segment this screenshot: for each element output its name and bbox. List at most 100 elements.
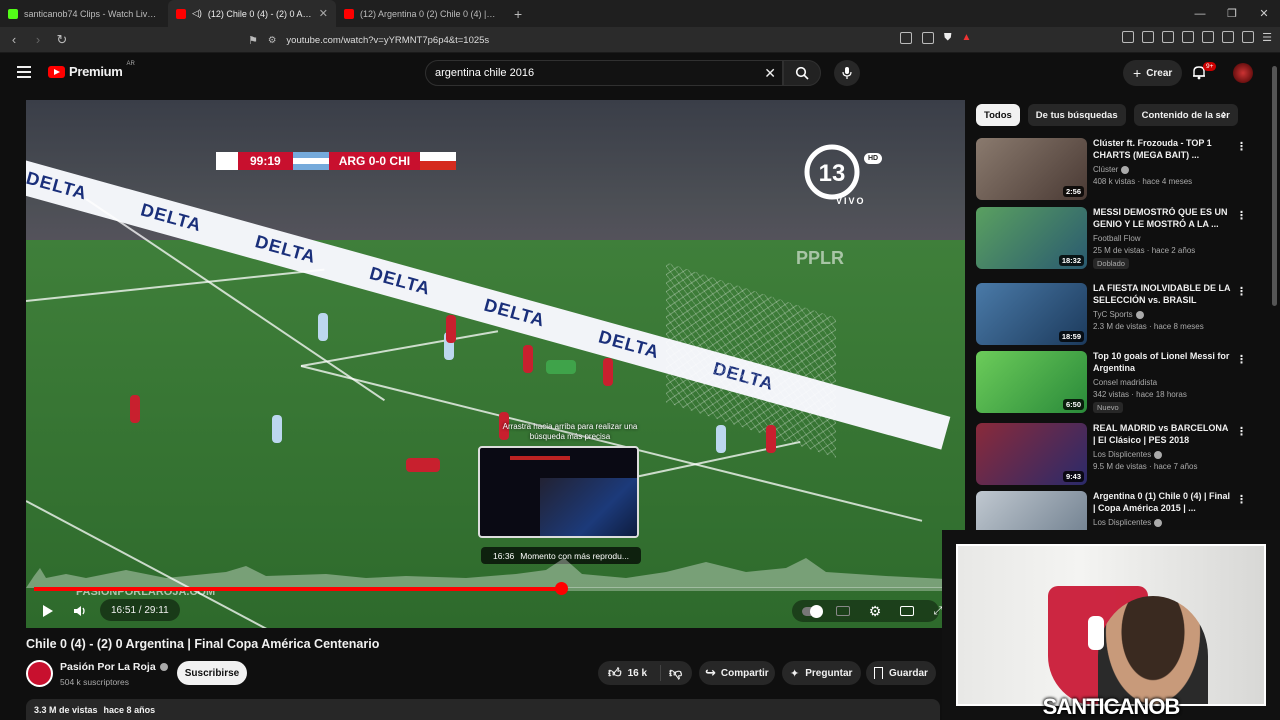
- recommendation-channel[interactable]: Los Displicentes: [1093, 518, 1163, 527]
- browser-tab[interactable]: santicanob74 Clips - Watch Live on K: [0, 0, 168, 27]
- channel-avatar[interactable]: [26, 660, 53, 687]
- recommendation-meta: 408 k vistas · hace 4 meses: [1093, 177, 1193, 186]
- scrollbar[interactable]: [1272, 66, 1277, 306]
- more-options-icon[interactable]: ⋮: [1236, 353, 1247, 366]
- recommendation-title[interactable]: Top 10 goals of Lionel Messi for Argenti…: [1093, 351, 1233, 374]
- back-icon[interactable]: ‹: [4, 32, 24, 47]
- more-options-icon[interactable]: ⋮: [1236, 285, 1247, 298]
- recommendation-title[interactable]: MESSI DEMOSTRÓ QUE ES UN GENIO Y LE MOST…: [1093, 207, 1233, 230]
- match-clock: 99:19: [238, 152, 293, 170]
- browser-tab-active[interactable]: ◁) (12) Chile 0 (4) - (2) 0 Argentina ✕: [168, 0, 336, 27]
- share-icon[interactable]: [922, 32, 934, 44]
- search-icon: [795, 66, 809, 80]
- subscribe-button[interactable]: Suscribirse: [177, 661, 247, 685]
- url-field[interactable]: ⚑ ⚙ youtube.com/watch?v=yYRMNT7p6p4&t=10…: [248, 31, 990, 49]
- user-avatar[interactable]: [1233, 63, 1253, 83]
- hamburger-menu-icon[interactable]: [17, 66, 31, 78]
- video-player[interactable]: DELTA DELTA DELTA DELTA DELTA DELTA DELT…: [26, 100, 965, 628]
- media-icon[interactable]: [1162, 31, 1175, 43]
- recommendation-channel[interactable]: Clúster: [1093, 165, 1130, 174]
- progress-scrubber[interactable]: [554, 582, 568, 595]
- wallet-icon[interactable]: [1202, 31, 1215, 43]
- create-button[interactable]: + Crear: [1123, 60, 1183, 86]
- like-button[interactable]: 👍︎ 16 k: [598, 665, 661, 681]
- voice-search-button[interactable]: [834, 60, 860, 86]
- reload-icon[interactable]: ↻: [52, 32, 72, 48]
- recommendation-item[interactable]: 2:56 Clúster ft. Frozouda - TOP 1 CHARTS…: [976, 138, 1266, 204]
- screenshot-icon[interactable]: [1142, 31, 1155, 43]
- player-figure: [446, 315, 456, 343]
- video-thumbnail[interactable]: 6:50: [976, 351, 1087, 413]
- more-options-icon[interactable]: ⋮: [1236, 425, 1247, 438]
- channel-name-row[interactable]: Pasión Por La Roja: [60, 661, 168, 673]
- progress-bar[interactable]: [34, 582, 945, 595]
- recommendation-title[interactable]: LA FIESTA INOLVIDABLE DE LA SELECCIÓN vs…: [1093, 283, 1233, 306]
- bookmark-save-icon: [874, 667, 883, 679]
- chevron-right-icon[interactable]: ›: [1222, 106, 1226, 121]
- webcam-feed: [956, 544, 1266, 706]
- save-button[interactable]: Guardar: [866, 661, 936, 685]
- search-button[interactable]: [783, 60, 821, 86]
- more-options-icon[interactable]: ⋮: [1236, 140, 1247, 153]
- share-button[interactable]: ↪ Compartir: [699, 661, 775, 685]
- close-window-icon[interactable]: ✕: [1248, 7, 1280, 20]
- recommendation-title[interactable]: Argentina 0 (1) Chile 0 (4) | Final | Co…: [1093, 491, 1233, 514]
- window-controls: — ❐ ✕: [1184, 0, 1280, 27]
- player-figure: [523, 345, 533, 373]
- more-options-icon[interactable]: ⋮: [1236, 209, 1247, 222]
- channel-name[interactable]: Pasión Por La Roja: [60, 661, 156, 673]
- extensions-icon[interactable]: [1122, 31, 1135, 43]
- recommendation-channel[interactable]: Los Displicentes: [1093, 450, 1163, 459]
- recommendation-channel[interactable]: Consel madridista: [1093, 378, 1157, 387]
- description-box[interactable]: 3.3 M de vistas hace 8 años: [26, 699, 940, 720]
- browser-tab[interactable]: (12) Argentina 0 (2) Chile 0 (4) | Final: [336, 0, 504, 27]
- site-info-icon[interactable]: ⚙: [268, 35, 277, 46]
- recommendation-title[interactable]: Clúster ft. Frozouda - TOP 1 CHARTS (MEG…: [1093, 138, 1233, 161]
- recommendation-item[interactable]: 9:43 REAL MADRID vs BARCELONA | El Clási…: [976, 423, 1266, 489]
- recommendation-title[interactable]: REAL MADRID vs BARCELONA | El Clásico | …: [1093, 423, 1233, 446]
- settings-button[interactable]: ⚙: [865, 596, 885, 626]
- recommendation-channel[interactable]: Football Flow: [1093, 234, 1141, 243]
- ask-button[interactable]: ✦ Preguntar: [782, 661, 861, 685]
- leo-icon[interactable]: [1222, 31, 1235, 43]
- youtube-header: Premium AR ✕ + Crear 9+: [0, 53, 1280, 93]
- miniplayer-icon: [900, 606, 914, 616]
- dislike-button[interactable]: 👎︎: [661, 665, 682, 681]
- bookmark-icon[interactable]: ⚑: [248, 34, 258, 47]
- chip-from-searches[interactable]: De tus búsquedas: [1027, 104, 1126, 126]
- minimize-icon[interactable]: —: [1184, 8, 1216, 20]
- chip-all[interactable]: Todos: [976, 104, 1020, 126]
- share-arrow-icon: ↪: [705, 665, 716, 680]
- subtitles-button[interactable]: [833, 596, 853, 626]
- gear-icon: ⚙: [868, 602, 882, 619]
- video-thumbnail[interactable]: 2:56: [976, 138, 1087, 200]
- vpn-icon[interactable]: [1242, 31, 1255, 43]
- new-tab-icon[interactable]: +: [504, 6, 532, 22]
- autoplay-toggle[interactable]: [801, 596, 823, 626]
- more-options-icon[interactable]: ⋮: [1236, 493, 1247, 506]
- video-thumbnail[interactable]: 9:43: [976, 423, 1087, 485]
- search-input[interactable]: [426, 61, 746, 85]
- recommendation-channel[interactable]: TyC Sports: [1093, 310, 1144, 319]
- speaker-icon: ◁): [192, 8, 202, 18]
- most-replayed-heatmap: [26, 558, 965, 588]
- recommendation-item[interactable]: 18:59 LA FIESTA INOLVIDABLE DE LA SELECC…: [976, 283, 1266, 349]
- close-tab-icon[interactable]: ✕: [319, 7, 328, 20]
- video-thumbnail[interactable]: 18:59: [976, 283, 1087, 345]
- maximize-icon[interactable]: ❐: [1216, 7, 1248, 20]
- sidebar-icon[interactable]: [1182, 31, 1195, 43]
- mute-button[interactable]: [70, 596, 90, 626]
- cast-icon[interactable]: [900, 32, 912, 44]
- brave-shield-icon[interactable]: ⛊: [944, 32, 952, 44]
- progress-played: [34, 587, 561, 591]
- clear-search-icon[interactable]: ✕: [764, 65, 776, 82]
- recommendation-item[interactable]: 18:32 MESSI DEMOSTRÓ QUE ES UN GENIO Y L…: [976, 207, 1266, 273]
- rewards-icon[interactable]: ▲: [962, 32, 972, 44]
- recommendation-item[interactable]: 6:50 Top 10 goals of Lionel Messi for Ar…: [976, 351, 1266, 417]
- forward-icon[interactable]: ›: [28, 32, 48, 47]
- video-thumbnail[interactable]: 18:32: [976, 207, 1087, 269]
- browser-menu-icon[interactable]: ☰: [1262, 31, 1272, 44]
- miniplayer-button[interactable]: [897, 596, 917, 626]
- play-button[interactable]: [38, 596, 58, 626]
- youtube-logo[interactable]: Premium AR: [48, 61, 135, 79]
